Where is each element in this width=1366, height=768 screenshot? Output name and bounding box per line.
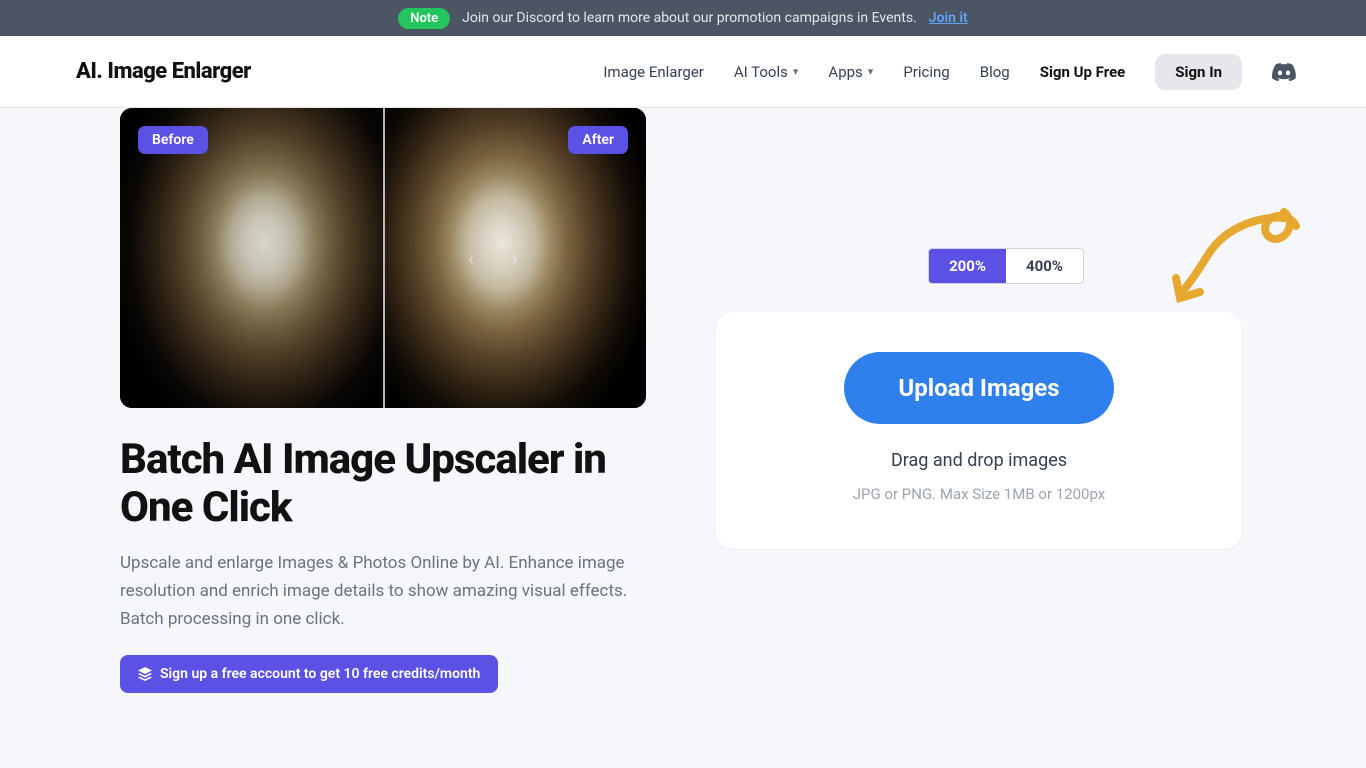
before-after-slider[interactable]: Before After ‹ ›: [120, 108, 646, 408]
notice-text: Join our Discord to learn more about our…: [462, 10, 917, 26]
signin-button[interactable]: Sign In: [1155, 54, 1242, 90]
hero-description: Upscale and enlarge Images & Photos Onli…: [120, 549, 646, 633]
chevron-down-icon: ▾: [868, 65, 874, 78]
nav-ai-tools[interactable]: AI Tools ▾: [734, 63, 799, 81]
note-badge: Note: [398, 8, 450, 29]
upload-hint-text: JPG or PNG. Max Size 1MB or 1200px: [746, 485, 1212, 503]
arrow-swoosh-icon: [1166, 208, 1306, 318]
nav-pricing[interactable]: Pricing: [903, 63, 949, 81]
signup-credits-button[interactable]: Sign up a free account to get 10 free cr…: [120, 655, 498, 693]
discord-icon[interactable]: [1272, 63, 1296, 81]
nav-apps-label: Apps: [828, 63, 862, 81]
layers-icon: [138, 667, 152, 681]
notice-join-link[interactable]: Join it: [929, 10, 968, 26]
before-badge: Before: [138, 126, 208, 154]
upload-card[interactable]: Upload Images Drag and drop images JPG o…: [716, 312, 1242, 549]
slider-prev-icon[interactable]: ‹: [468, 246, 474, 270]
upload-images-button[interactable]: Upload Images: [844, 352, 1113, 424]
nav-items: Image Enlarger AI Tools ▾ Apps ▾ Pricing…: [603, 54, 1296, 90]
right-column: 200% 400% Upload Images Drag and drop im…: [716, 108, 1296, 693]
signup-free-link[interactable]: Sign Up Free: [1040, 63, 1126, 81]
left-column: Before After ‹ › Batch AI Image Upscaler…: [120, 108, 646, 693]
navbar: AI. Image Enlarger Image Enlarger AI Too…: [0, 36, 1366, 108]
cta-label: Sign up a free account to get 10 free cr…: [160, 666, 480, 682]
brand-logo[interactable]: AI. Image Enlarger: [76, 59, 251, 84]
zoom-toggle: 200% 400%: [928, 248, 1084, 284]
chevron-down-icon: ▾: [793, 65, 799, 78]
nav-image-enlarger[interactable]: Image Enlarger: [603, 63, 704, 81]
zoom-400-option[interactable]: 400%: [1006, 249, 1083, 283]
zoom-200-option[interactable]: 200%: [929, 249, 1006, 283]
nav-blog[interactable]: Blog: [980, 63, 1010, 81]
nav-apps[interactable]: Apps ▾: [828, 63, 873, 81]
drag-drop-text: Drag and drop images: [746, 450, 1212, 471]
nav-ai-tools-label: AI Tools: [734, 63, 788, 81]
notice-bar: Note Join our Discord to learn more abou…: [0, 0, 1366, 36]
slider-divider[interactable]: [383, 108, 385, 408]
hero-title: Batch AI Image Upscaler in One Click: [120, 436, 646, 533]
main-content: Before After ‹ › Batch AI Image Upscaler…: [0, 108, 1366, 693]
after-badge: After: [568, 126, 628, 154]
slider-next-icon[interactable]: ›: [512, 246, 518, 270]
